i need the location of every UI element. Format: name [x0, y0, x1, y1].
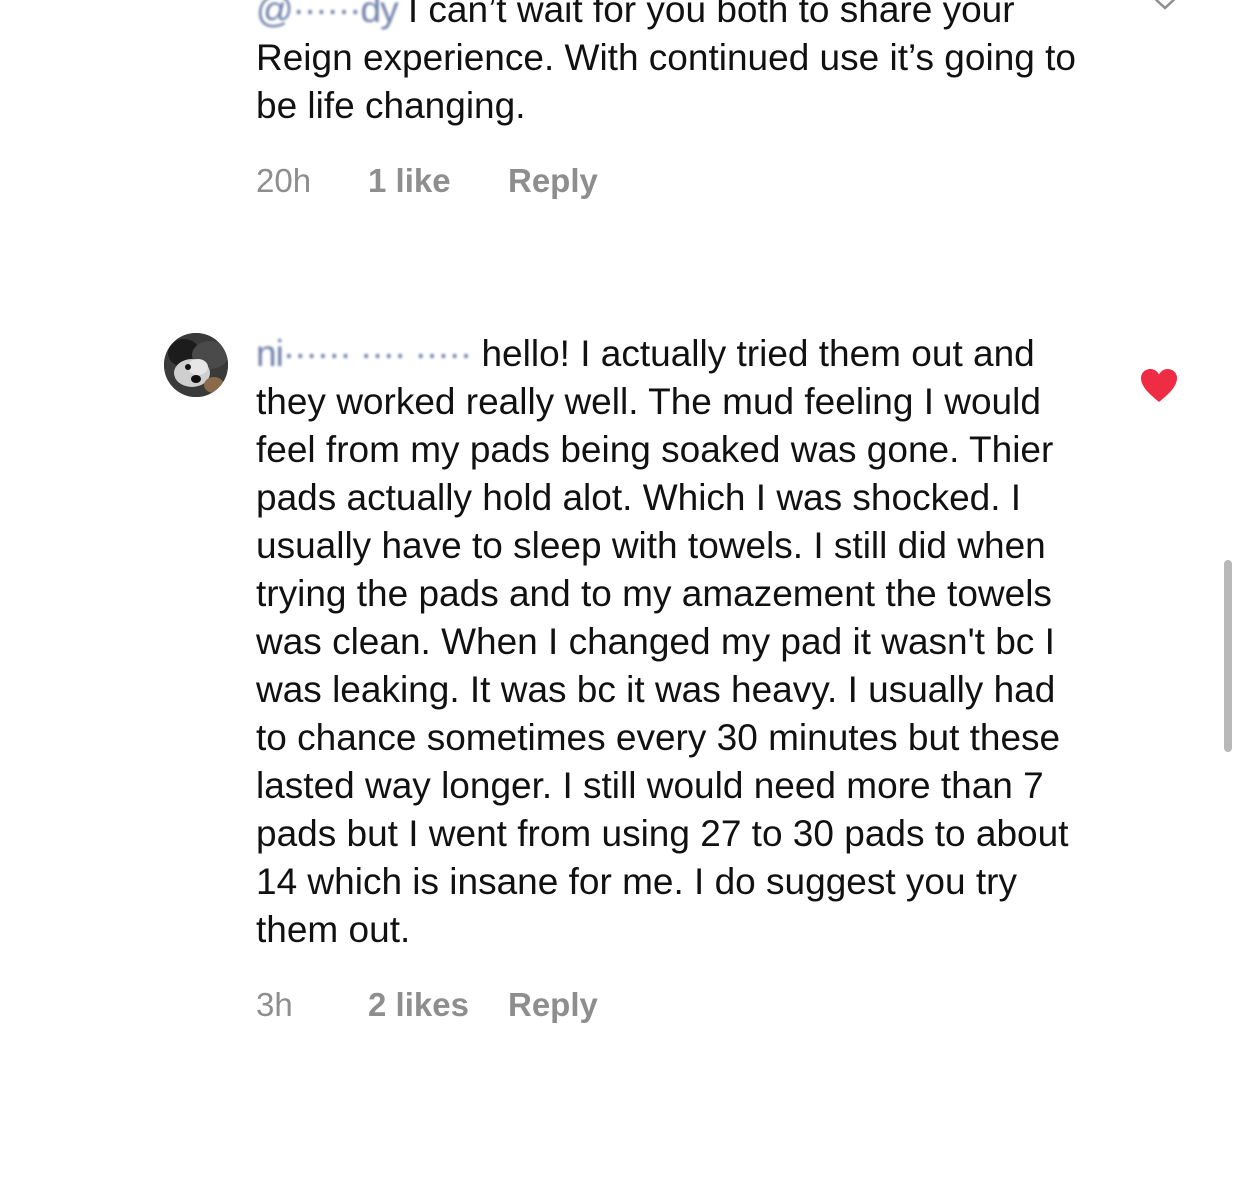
comment-meta: 3h 2 likes Reply [256, 986, 1086, 1024]
heart-icon[interactable] [1140, 368, 1178, 404]
comment-body: ni······ ···· ····· hello! I actually tr… [256, 330, 1086, 1024]
scrollbar[interactable] [1224, 560, 1232, 752]
dog-avatar-icon [164, 333, 228, 397]
comment-timestamp: 3h [256, 986, 293, 1023]
reply-button[interactable]: Reply [508, 986, 598, 1024]
comment-body: @······dy I can’t wait for you both to s… [256, 0, 1086, 200]
comment-likes-count[interactable]: 2 likes [368, 986, 508, 1024]
comment-timestamp: 20h [256, 162, 312, 199]
comment-message: hello! I actually tried them out and the… [256, 333, 1079, 950]
comment-meta: 20h 1 like Reply [256, 162, 1086, 200]
avatar[interactable] [164, 333, 228, 397]
heart-outline-icon[interactable] [1146, 0, 1184, 22]
comment-text: @······dy I can’t wait for you both to s… [256, 0, 1086, 130]
comment-text: ni······ ···· ····· hello! I actually tr… [256, 330, 1086, 954]
reply-button[interactable]: Reply [508, 162, 598, 200]
comment-username[interactable]: ni······ ···· ····· [256, 330, 472, 378]
comment-username[interactable]: @······dy [256, 0, 399, 34]
comment-likes-count[interactable]: 1 like [368, 162, 508, 200]
